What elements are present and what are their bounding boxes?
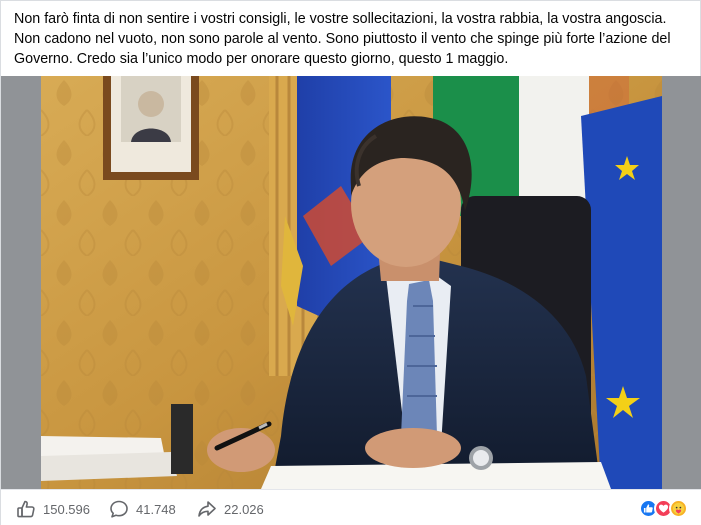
post-text: Non farò finta di non sentire i vostri c…: [14, 11, 671, 67]
share-arrow-icon: [197, 499, 217, 519]
post-media[interactable]: [1, 76, 701, 489]
like-count-text: 150.596: [43, 501, 90, 517]
speech-bubble-icon: [109, 499, 129, 519]
share-count-text: 22.026: [224, 501, 264, 517]
reaction-summary[interactable]: [639, 499, 688, 519]
post-footer: 150.596 41.748 22.026: [1, 489, 701, 525]
comment-count[interactable]: 41.748: [109, 499, 176, 519]
thumbs-up-icon: [16, 499, 36, 519]
post-card: Non farò finta di non sentire i vostri c…: [0, 0, 701, 525]
comment-count-text: 41.748: [136, 501, 176, 517]
post-photo[interactable]: [41, 76, 662, 489]
share-count[interactable]: 22.026: [197, 499, 264, 519]
media-letterbox-left: [1, 76, 41, 489]
like-count[interactable]: 150.596: [16, 499, 90, 519]
care-reaction-icon: [669, 499, 688, 518]
media-letterbox-right: [662, 76, 701, 489]
